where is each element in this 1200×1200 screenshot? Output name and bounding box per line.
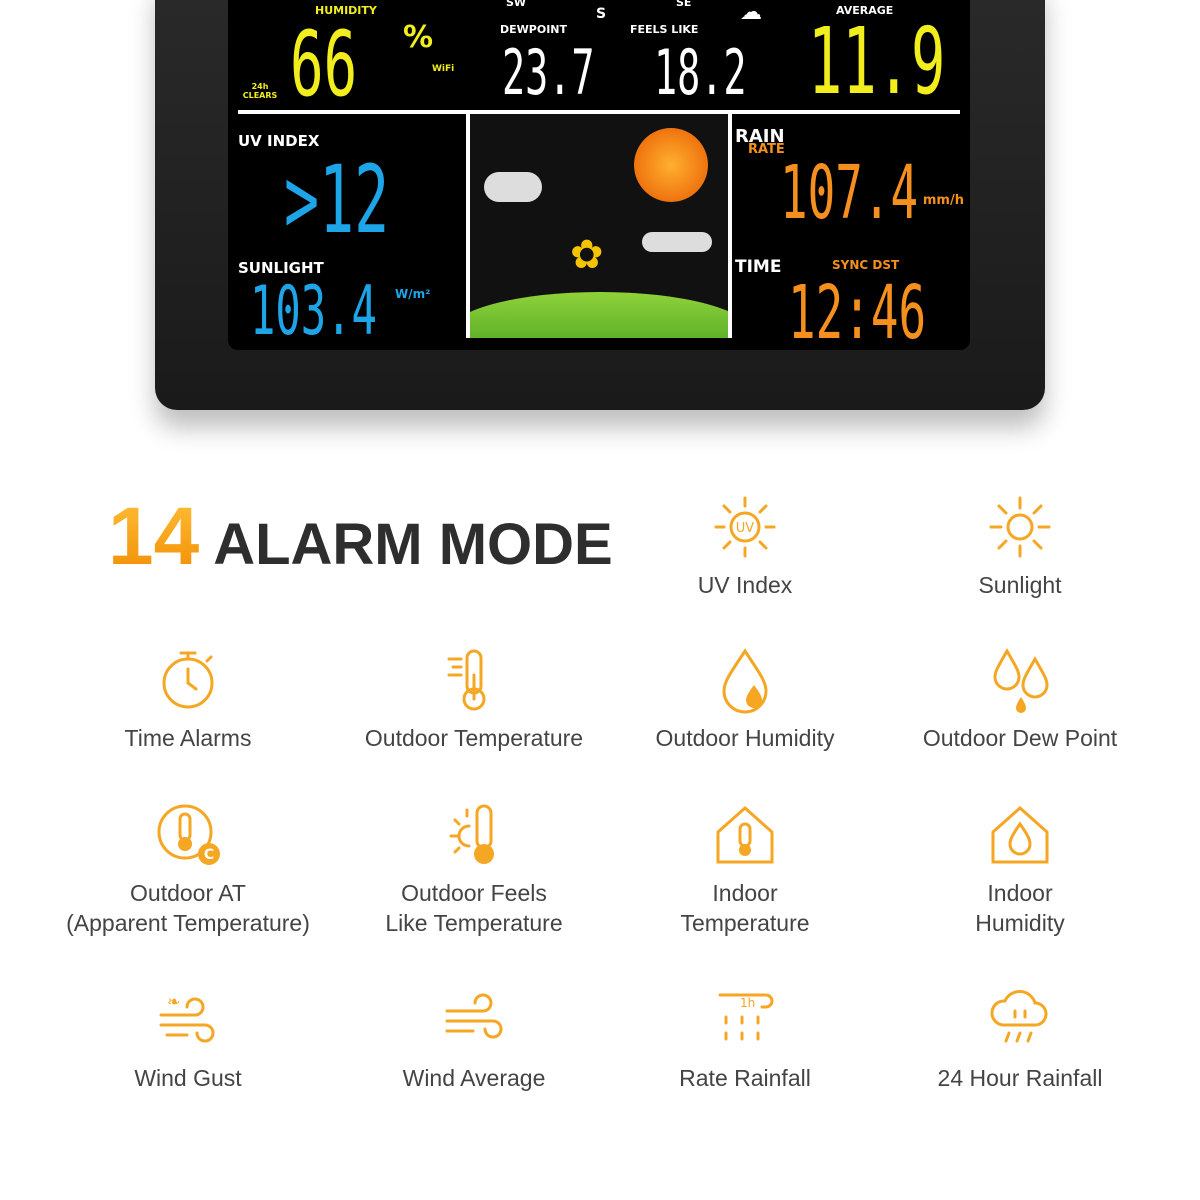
rain-value: 107.4: [780, 150, 919, 236]
dew-drops-icon: [993, 647, 1049, 713]
alarm-label: Indoor Temperature: [680, 880, 810, 936]
sunflower-image: ✿: [570, 233, 604, 277]
alarm-item: Sunlight: [870, 492, 1170, 600]
alarm-label: Wind Average: [402, 1065, 546, 1091]
house-thermometer-icon: [716, 805, 774, 864]
alarm-label: Outdoor Feels Like Temperature: [385, 880, 563, 936]
feels-like-value: 18.2: [654, 36, 747, 109]
svg-text:❧: ❧: [167, 994, 180, 1011]
alarm-label: Outdoor AT (Apparent Temperature): [66, 880, 310, 936]
rain-unit: mm/h: [922, 193, 964, 208]
lcd-screen: HUMIDITY 66 % 24h CLEARS WiFi SW S SE DE…: [228, 0, 970, 350]
humidity-drop-icon: [722, 648, 768, 714]
alarm-count: 14: [108, 491, 200, 582]
dewpoint-value: 23.7: [502, 36, 595, 109]
alarm-item: 24 Hour Rainfall: [870, 985, 1170, 1093]
alarm-label: Wind Gust: [134, 1065, 242, 1091]
alarm-item: Outdoor Humidity: [595, 645, 895, 753]
alarm-item: ❧ Wind Gust: [38, 985, 338, 1093]
alarm-label: Outdoor Temperature: [364, 725, 584, 751]
time-label: TIME: [735, 257, 782, 277]
cloud-image: [642, 232, 712, 252]
sun-icon: [989, 496, 1051, 558]
rain-cloud-icon: [990, 990, 1048, 1043]
svg-text:1h: 1h: [740, 996, 755, 1010]
cloud-image: [484, 172, 542, 202]
alarm-item: UV UV Index: [595, 492, 895, 600]
house-drop-icon: [991, 805, 1049, 864]
page-title: 14 ALARM MODE: [108, 490, 613, 584]
clears-label: 24h CLEARS: [242, 82, 278, 100]
average-value: 11.9: [808, 8, 946, 115]
sunlight-value: 103.4: [250, 272, 377, 350]
alarm-label: Rate Rainfall: [679, 1065, 811, 1091]
wind-gust-icon: ❧: [159, 994, 215, 1043]
alarm-item: Time Alarms: [38, 645, 338, 753]
alarm-label: Outdoor Dew Point: [922, 725, 1118, 751]
svg-text:UV: UV: [736, 521, 755, 536]
humidity-unit: %: [403, 20, 434, 55]
alarm-item: Indoor Humidity: [870, 800, 1170, 938]
alarm-label: Time Alarms: [124, 725, 252, 751]
stopwatch-icon: [162, 651, 214, 709]
sun-thermometer-icon: [449, 804, 494, 864]
grass-image: [470, 292, 728, 338]
alarm-label: UV Index: [697, 572, 793, 598]
dewpoint-label: DEWPOINT: [500, 23, 567, 36]
compass-s: S: [596, 6, 607, 22]
alarm-label: Outdoor Humidity: [655, 725, 835, 751]
sunlight-unit: W/m²: [395, 287, 431, 301]
uv-sun-icon: UV: [714, 496, 776, 558]
weather-cloud-icon: ☁: [740, 0, 762, 25]
wifi-icon: WiFi: [432, 64, 455, 74]
rain-rate-icon: 1h: [718, 993, 774, 1041]
alarm-item: Outdoor Temperature: [324, 645, 624, 753]
svg-text:C: C: [204, 847, 214, 863]
uv-value: >12: [284, 146, 390, 255]
alarm-label: Sunlight: [978, 572, 1062, 598]
alarm-label: 24 Hour Rainfall: [937, 1065, 1103, 1091]
alarm-item: Outdoor Dew Point: [870, 645, 1170, 753]
alarm-item: 1h Rate Rainfall: [595, 985, 895, 1093]
forecast-scene: ✿: [470, 114, 728, 338]
alarm-item: Indoor Temperature: [595, 800, 895, 938]
wind-icon: [445, 993, 503, 1039]
title-text: ALARM MODE: [213, 512, 613, 577]
alarm-item: C Outdoor AT (Apparent Temperature): [38, 800, 338, 938]
time-value: 12:46: [788, 270, 927, 350]
compass-se: SE: [676, 0, 692, 9]
divider: [728, 114, 732, 338]
alarm-item: Outdoor Feels Like Temperature: [324, 800, 624, 938]
thermometer-celsius-icon: C: [157, 804, 220, 865]
alarm-label: Indoor Humidity: [975, 880, 1065, 936]
feels-like-label: FEELS LIKE: [630, 23, 699, 36]
thermometer-icon: [447, 649, 486, 711]
sun-image: [634, 128, 708, 202]
compass-sw: SW: [506, 0, 527, 9]
humidity-value: 66: [290, 12, 358, 117]
alarm-item: Wind Average: [324, 985, 624, 1093]
